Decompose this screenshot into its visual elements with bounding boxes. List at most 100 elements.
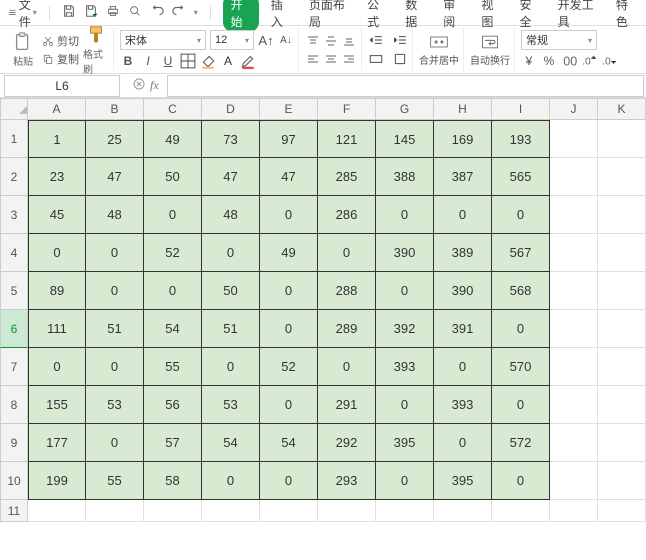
- tab-security[interactable]: 安全: [514, 0, 546, 32]
- cell[interactable]: 193: [492, 120, 550, 158]
- cell[interactable]: 54: [202, 424, 260, 462]
- cell[interactable]: 393: [376, 348, 434, 386]
- cell[interactable]: 48: [202, 196, 260, 234]
- wrap-text-button[interactable]: 自动换行: [470, 33, 510, 67]
- borders-button[interactable]: [180, 53, 196, 69]
- save-as-icon[interactable]: [84, 4, 98, 21]
- qat-more-icon[interactable]: ▾: [194, 8, 198, 17]
- cell[interactable]: 286: [318, 196, 376, 234]
- row-header[interactable]: 4: [0, 234, 28, 272]
- increase-font-icon[interactable]: A↑: [258, 32, 274, 48]
- cell[interactable]: 0: [376, 462, 434, 500]
- cell[interactable]: 52: [260, 348, 318, 386]
- cell[interactable]: [550, 424, 598, 462]
- cell[interactable]: 390: [434, 272, 492, 310]
- row-header[interactable]: 3: [0, 196, 28, 234]
- comma-button[interactable]: 000: [561, 53, 577, 69]
- cell[interactable]: [598, 348, 646, 386]
- column-header[interactable]: I: [492, 98, 550, 120]
- decrease-indent[interactable]: [368, 32, 384, 48]
- column-header[interactable]: C: [144, 98, 202, 120]
- align-left[interactable]: [305, 51, 321, 67]
- cell[interactable]: 0: [144, 196, 202, 234]
- cell[interactable]: 0: [86, 272, 144, 310]
- cell[interactable]: 0: [202, 348, 260, 386]
- cell[interactable]: [598, 386, 646, 424]
- cell[interactable]: 0: [86, 234, 144, 272]
- cell[interactable]: [598, 196, 646, 234]
- cell[interactable]: 53: [202, 386, 260, 424]
- cell[interactable]: 568: [492, 272, 550, 310]
- cell[interactable]: 53: [86, 386, 144, 424]
- row-header[interactable]: 11: [0, 500, 28, 522]
- align-center[interactable]: [323, 51, 339, 67]
- column-header[interactable]: G: [376, 98, 434, 120]
- cell[interactable]: [550, 386, 598, 424]
- undo-icon[interactable]: [150, 4, 164, 21]
- currency-button[interactable]: ¥: [521, 53, 537, 69]
- font-color-button[interactable]: A: [220, 53, 236, 69]
- column-header[interactable]: F: [318, 98, 376, 120]
- row-header[interactable]: 8: [0, 386, 28, 424]
- cell[interactable]: 395: [434, 462, 492, 500]
- cell[interactable]: 567: [492, 234, 550, 272]
- cell[interactable]: 73: [202, 120, 260, 158]
- cell[interactable]: 121: [318, 120, 376, 158]
- cell[interactable]: [86, 500, 144, 522]
- name-box[interactable]: L6: [4, 75, 120, 97]
- cell[interactable]: [598, 310, 646, 348]
- format-painter-button[interactable]: 格式刷: [83, 24, 109, 76]
- cell[interactable]: [550, 500, 598, 522]
- fx-icon[interactable]: fx: [150, 78, 159, 93]
- cell[interactable]: 0: [86, 424, 144, 462]
- cell[interactable]: [550, 120, 598, 158]
- print-preview-icon[interactable]: [128, 4, 142, 21]
- row-header[interactable]: 6: [0, 310, 28, 348]
- cell[interactable]: 47: [86, 158, 144, 196]
- cell[interactable]: [598, 272, 646, 310]
- cell[interactable]: [28, 500, 86, 522]
- align-top[interactable]: [305, 33, 321, 49]
- cell[interactable]: 0: [28, 348, 86, 386]
- cell[interactable]: 111: [28, 310, 86, 348]
- cell[interactable]: 0: [376, 386, 434, 424]
- cell[interactable]: [550, 348, 598, 386]
- cell[interactable]: 391: [434, 310, 492, 348]
- tab-data[interactable]: 数据: [399, 0, 431, 32]
- column-header[interactable]: B: [86, 98, 144, 120]
- cell[interactable]: 55: [86, 462, 144, 500]
- cell[interactable]: 51: [86, 310, 144, 348]
- cell[interactable]: 0: [260, 196, 318, 234]
- cell[interactable]: 389: [434, 234, 492, 272]
- fill-color-button[interactable]: [200, 53, 216, 69]
- increase-decimal[interactable]: .0: [581, 53, 597, 69]
- cell[interactable]: [598, 234, 646, 272]
- cell[interactable]: 392: [376, 310, 434, 348]
- cell[interactable]: 169: [434, 120, 492, 158]
- cell[interactable]: 0: [28, 234, 86, 272]
- cell[interactable]: [492, 500, 550, 522]
- cell[interactable]: 145: [376, 120, 434, 158]
- align-right[interactable]: [341, 51, 357, 67]
- column-header[interactable]: H: [434, 98, 492, 120]
- cell[interactable]: [202, 500, 260, 522]
- cell[interactable]: 25: [86, 120, 144, 158]
- save-icon[interactable]: [62, 4, 76, 21]
- align-middle[interactable]: [323, 33, 339, 49]
- cell[interactable]: 0: [318, 348, 376, 386]
- font-size-select[interactable]: 12▾: [210, 30, 254, 50]
- cell[interactable]: 155: [28, 386, 86, 424]
- cell[interactable]: 47: [260, 158, 318, 196]
- number-format-select[interactable]: 常规▾: [521, 30, 597, 50]
- cell[interactable]: 0: [492, 196, 550, 234]
- cell[interactable]: 0: [376, 196, 434, 234]
- cell[interactable]: 395: [376, 424, 434, 462]
- cell[interactable]: [598, 462, 646, 500]
- cell[interactable]: 0: [260, 310, 318, 348]
- tab-insert[interactable]: 插入: [265, 0, 297, 32]
- tab-formula[interactable]: 公式: [361, 0, 393, 32]
- column-header[interactable]: D: [202, 98, 260, 120]
- cell[interactable]: 0: [492, 462, 550, 500]
- decrease-font-icon[interactable]: A↓: [278, 32, 294, 48]
- italic-button[interactable]: I: [140, 53, 156, 69]
